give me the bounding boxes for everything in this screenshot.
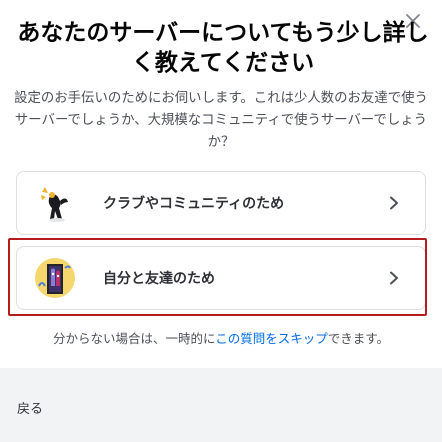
option-club-community-label: クラブやコミュニティのため [103,196,285,212]
skip-hint: 分からない場合は、一時的にこの質問をスキップできます。 [0,328,442,347]
chevron-right-icon [390,271,398,285]
option-club-community[interactable]: クラブやコミュニティのため [16,171,426,235]
skip-hint-prefix: 分からない場合は、一時的に [52,331,216,346]
skip-hint-suffix: できます。 [327,331,390,346]
modal-title: あなたのサーバーについてもう少し詳しく教えてください [17,20,429,76]
modal-description: 設定のお手伝いのためにお伺いします。これは少人数のお友達で使うサーバーでしょうか… [14,91,428,150]
skip-question-link[interactable]: この質問をスキップ [215,331,328,346]
back-button[interactable]: 戻る [17,398,43,417]
option-me-and-friends-label: 自分と友達のため [103,271,215,287]
modal-footer: 戻る [0,368,442,442]
club-community-icon [35,183,75,223]
friends-door-icon [35,258,75,298]
option-me-and-friends[interactable]: 自分と友達のため [16,246,426,310]
server-purpose-modal: あなたのサーバーについてもう少し詳しく教えてください 設定のお手伝いのためにお伺… [0,0,442,442]
chevron-right-icon [390,196,398,210]
